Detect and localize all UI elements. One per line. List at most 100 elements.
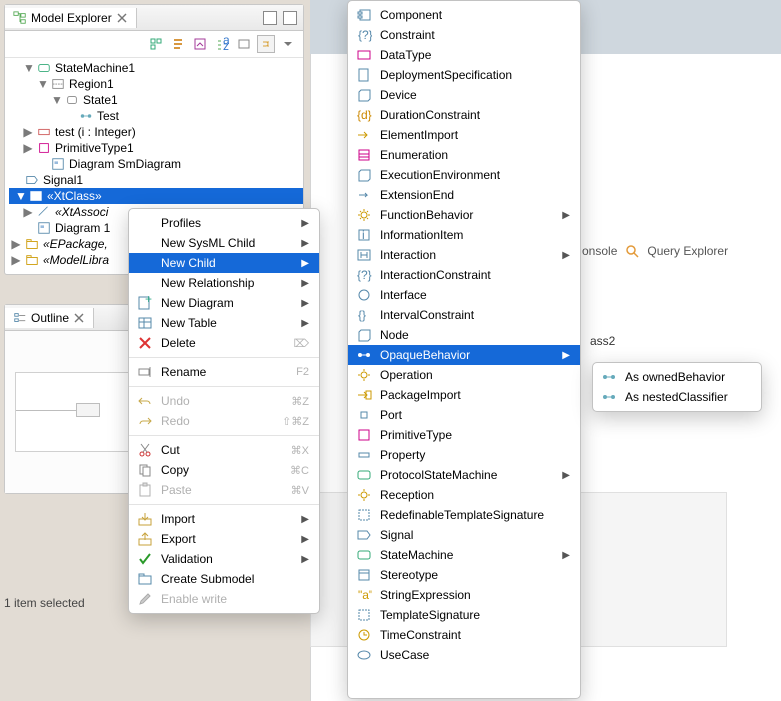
minimize-icon[interactable]: [263, 11, 277, 25]
toolbar-btn-link[interactable]: [257, 35, 275, 53]
menu-new-sysml-child[interactable]: New SysML Child ▶: [129, 233, 319, 253]
time-icon: [356, 627, 372, 643]
menu-new-relationship[interactable]: New Relationship ▶: [129, 273, 319, 293]
deployspec-icon: [356, 67, 372, 83]
child-operation[interactable]: Operation: [348, 365, 580, 385]
menu-enable-write[interactable]: Enable write: [129, 589, 319, 609]
close-icon[interactable]: [116, 12, 128, 24]
child-constraint[interactable]: {?}Constraint: [348, 25, 580, 45]
menu-validation[interactable]: Validation ▶: [129, 549, 319, 569]
gear-icon: [356, 367, 372, 383]
toolbar-btn-2[interactable]: [169, 35, 187, 53]
menu-paste[interactable]: Paste ⌘V: [129, 480, 319, 500]
label: Enumeration: [380, 148, 570, 162]
label: New Relationship: [161, 276, 285, 290]
child-protostatemachine[interactable]: ProtocolStateMachine▶: [348, 465, 580, 485]
menu-new-table[interactable]: New Table ▶: [129, 313, 319, 333]
menu-redo[interactable]: Redo ⇧⌘Z: [129, 411, 319, 431]
menu-delete[interactable]: Delete ⌦: [129, 333, 319, 353]
menu-new-diagram[interactable]: + New Diagram ▶: [129, 293, 319, 313]
child-enumeration[interactable]: Enumeration: [348, 145, 580, 165]
label: ExecutionEnvironment: [380, 168, 570, 182]
sub-ownedbehavior[interactable]: As ownedBehavior: [593, 367, 761, 387]
toolbar-menu-icon[interactable]: [279, 35, 297, 53]
close-icon[interactable]: [73, 312, 85, 324]
child-timeconstraint[interactable]: TimeConstraint: [348, 625, 580, 645]
sub-nestedclassifier[interactable]: As nestedClassifier: [593, 387, 761, 407]
child-primitivetype[interactable]: PrimitiveType: [348, 425, 580, 445]
label: OpaqueBehavior: [380, 348, 546, 362]
child-infoitem[interactable]: iInformationItem: [348, 225, 580, 245]
menu-new-child[interactable]: New Child ▶: [129, 253, 319, 273]
child-interconstraint[interactable]: {?}InteractionConstraint: [348, 265, 580, 285]
label: Signal: [380, 528, 570, 542]
child-port[interactable]: Port: [348, 405, 580, 425]
rename-icon: [137, 364, 153, 380]
label: Undo: [161, 394, 267, 408]
child-extend[interactable]: ExtensionEnd: [348, 185, 580, 205]
child-funcbehavior[interactable]: FunctionBehavior▶: [348, 205, 580, 225]
outline-tab[interactable]: Outline: [5, 308, 94, 328]
maximize-icon[interactable]: [283, 11, 297, 25]
console-tab-text[interactable]: onsole: [582, 244, 617, 258]
child-usecase[interactable]: UseCase: [348, 645, 580, 665]
child-node[interactable]: Node: [348, 325, 580, 345]
child-component[interactable]: Component: [348, 5, 580, 25]
child-interface[interactable]: Interface: [348, 285, 580, 305]
label: Validation: [161, 552, 285, 566]
child-signal[interactable]: Signal: [348, 525, 580, 545]
label: Node: [380, 328, 570, 342]
menu-undo[interactable]: Undo ⌘Z: [129, 391, 319, 411]
child-packageimport[interactable]: PackageImport: [348, 385, 580, 405]
tree-xtclass[interactable]: ▼ «XtClass»: [9, 188, 303, 204]
menu-rename[interactable]: Rename F2: [129, 362, 319, 382]
child-durconstraint[interactable]: {d}DurationConstraint: [348, 105, 580, 125]
child-statemachine[interactable]: StateMachine▶: [348, 545, 580, 565]
child-reception[interactable]: Reception: [348, 485, 580, 505]
menu-cut[interactable]: Cut ⌘X: [129, 440, 319, 460]
model-explorer-tab[interactable]: Model Explorer: [5, 8, 137, 28]
child-redeftemplate[interactable]: RedefinableTemplateSignature: [348, 505, 580, 525]
toolbar-btn-1[interactable]: [147, 35, 165, 53]
menu-profiles[interactable]: Profiles ▶: [129, 213, 319, 233]
canvas-class-label: ass2: [590, 334, 615, 348]
template-icon: [356, 607, 372, 623]
tree-operation[interactable]: ▶ test (i : Integer): [9, 124, 303, 140]
tree-signal[interactable]: Signal1: [9, 172, 303, 188]
child-templatesig[interactable]: TemplateSignature: [348, 605, 580, 625]
tree-region[interactable]: ▼ Region1: [9, 76, 303, 92]
toolbar-btn-5[interactable]: [235, 35, 253, 53]
child-deployspec[interactable]: DeploymentSpecification: [348, 65, 580, 85]
child-property[interactable]: Property: [348, 445, 580, 465]
paste-icon: [137, 482, 153, 498]
child-interaction[interactable]: Interaction▶: [348, 245, 580, 265]
tree-primitivetype[interactable]: ▶ PrimitiveType1: [9, 140, 303, 156]
signal-icon: [356, 527, 372, 543]
elemimport-icon: [356, 127, 372, 143]
tree-statemachine[interactable]: ▼ StateMachine1: [9, 60, 303, 76]
menu-create-submodel[interactable]: Create Submodel: [129, 569, 319, 589]
outline-icon: [13, 311, 27, 325]
toolbar-btn-4[interactable]: az: [213, 35, 231, 53]
pencil-icon: [137, 591, 153, 607]
tree-diagram-sm[interactable]: Diagram SmDiagram: [9, 156, 303, 172]
interconstraint-icon: {?}: [356, 267, 372, 283]
child-execenv[interactable]: ExecutionEnvironment: [348, 165, 580, 185]
new-child-submenu: Component {?}Constraint DataType Deploym…: [347, 0, 581, 699]
menu-copy[interactable]: Copy ⌘C: [129, 460, 319, 480]
menu-import[interactable]: Import ▶: [129, 509, 319, 529]
device-icon: [356, 87, 372, 103]
child-device[interactable]: Device: [348, 85, 580, 105]
toolbar-btn-3[interactable]: [191, 35, 209, 53]
child-stringexpr[interactable]: "a"StringExpression: [348, 585, 580, 605]
child-intervalconstraint[interactable]: {}IntervalConstraint: [348, 305, 580, 325]
child-opaquebehavior[interactable]: OpaqueBehavior▶: [348, 345, 580, 365]
child-stereotype[interactable]: Stereotype: [348, 565, 580, 585]
tree-state[interactable]: ▼ State1: [9, 92, 303, 108]
menu-export[interactable]: Export ▶: [129, 529, 319, 549]
child-elemimport[interactable]: ElementImport: [348, 125, 580, 145]
tree-test[interactable]: Test: [9, 108, 303, 124]
child-datatype[interactable]: DataType: [348, 45, 580, 65]
query-explorer-tab-text[interactable]: Query Explorer: [647, 244, 728, 258]
behavior-icon: [601, 369, 617, 385]
